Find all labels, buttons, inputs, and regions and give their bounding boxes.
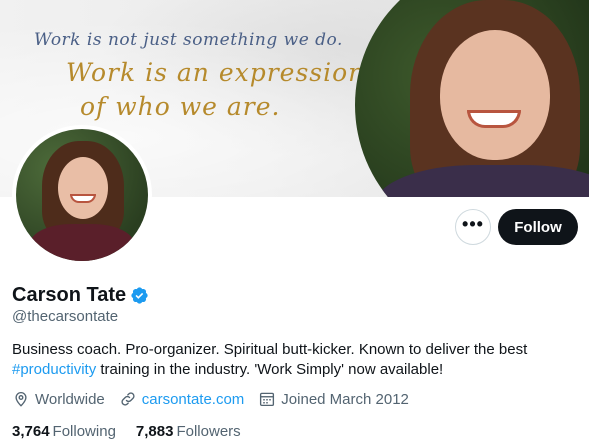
more-dots-icon: •••: [462, 214, 484, 234]
location-pin-icon: [15, 392, 27, 407]
profile-bio: Business coach. Pro-organizer. Spiritual…: [12, 340, 582, 380]
banner-quote-line-3: of who we are.: [80, 92, 281, 121]
banner-quote-line-2: Work is an expression: [66, 58, 366, 87]
avatar[interactable]: [16, 129, 148, 261]
joined-text: Joined March 2012: [281, 390, 409, 408]
bio-text: Business coach. Pro-organizer. Spiritual…: [12, 341, 528, 358]
avatar-shirt: [30, 224, 134, 261]
follow-button[interactable]: Follow: [498, 209, 578, 245]
calendar-icon: [260, 392, 275, 407]
profile-stats: 3,764 Following 7,883 Followers: [12, 423, 261, 440]
followers-label: Followers: [176, 423, 241, 440]
profile-website: carsontate.com: [119, 390, 245, 408]
location-text: Worldwide: [35, 390, 105, 408]
banner-portrait-photo: [355, 0, 589, 197]
bio-hashtag-link[interactable]: #productivity: [12, 361, 96, 378]
avatar-face: [58, 157, 108, 219]
verified-badge-icon[interactable]: [130, 286, 149, 305]
profile-name-row: Carson Tate: [12, 284, 149, 307]
followers-link[interactable]: 7,883 Followers: [136, 423, 241, 440]
more-options-button[interactable]: •••: [455, 209, 491, 245]
profile-meta: Worldwide carsontate.com Joined March 20…: [12, 390, 423, 408]
banner-quote-line-1: Work is not just something we do.: [34, 30, 343, 50]
profile-handle: @thecarsontate: [12, 308, 119, 325]
profile-joined: Joined March 2012: [258, 390, 409, 408]
profile-display-name: Carson Tate: [12, 284, 127, 306]
banner-portrait-shirt: [375, 165, 589, 197]
website-link[interactable]: carsontate.com: [142, 391, 245, 408]
profile-location: Worldwide: [12, 390, 105, 408]
followers-count: 7,883: [135, 423, 174, 440]
bio-text-continued: training in the industry. 'Work Simply' …: [96, 361, 444, 378]
following-label: Following: [52, 423, 116, 440]
banner-portrait-face: [440, 30, 550, 160]
following-link[interactable]: 3,764 Following: [12, 423, 116, 440]
following-count: 3,764: [12, 423, 50, 440]
link-icon: [121, 392, 135, 406]
